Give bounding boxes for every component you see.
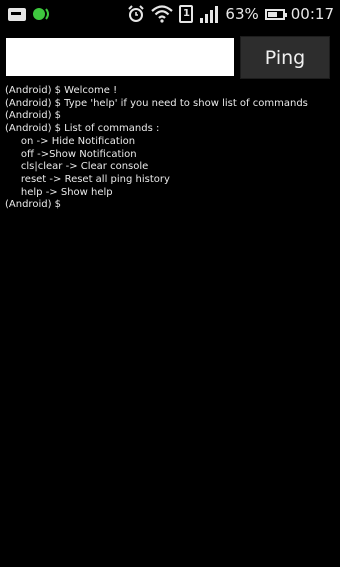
console-line: (Android) $ [5, 110, 62, 122]
console-line: off ->Show Notification [5, 148, 137, 160]
signal-bars-icon [199, 5, 219, 23]
console-line: cls|clear -> Clear console [5, 161, 149, 173]
sim-card-icon: 1 [179, 5, 194, 23]
battery-icon [264, 8, 287, 20]
console-output: (Android) $ Welcome ! (Android) $ Type 'h… [5, 85, 335, 212]
console-line: reset -> Reset all ping history [5, 173, 170, 185]
notification-dot-icon [32, 6, 52, 22]
host-input[interactable] [6, 38, 234, 76]
console-line: help -> Show help [5, 186, 113, 198]
wifi-icon [151, 5, 174, 23]
alarm-clock-icon [127, 5, 145, 23]
console-line: on -> Hide Notification [5, 135, 136, 147]
battery-level-fill [267, 11, 277, 17]
console-line: (Android) $ List of commands : [5, 123, 160, 135]
battery-percent: 63% [225, 5, 259, 23]
ping-button[interactable]: Ping [240, 36, 330, 79]
clock-time: 00:17 [290, 5, 334, 23]
console-line: (Android) $ Type 'help' if you need to s… [5, 97, 308, 109]
status-bar: 1 63% 00:17 [0, 0, 340, 28]
console-line: (Android) $ Welcome ! [5, 85, 118, 96]
ping-toolbar: Ping [0, 36, 340, 80]
status-bar-right: 1 63% 00:17 [127, 5, 334, 23]
mail-icon [8, 7, 26, 21]
status-bar-left [8, 6, 52, 22]
console-line: (Android) $ [5, 199, 62, 211]
